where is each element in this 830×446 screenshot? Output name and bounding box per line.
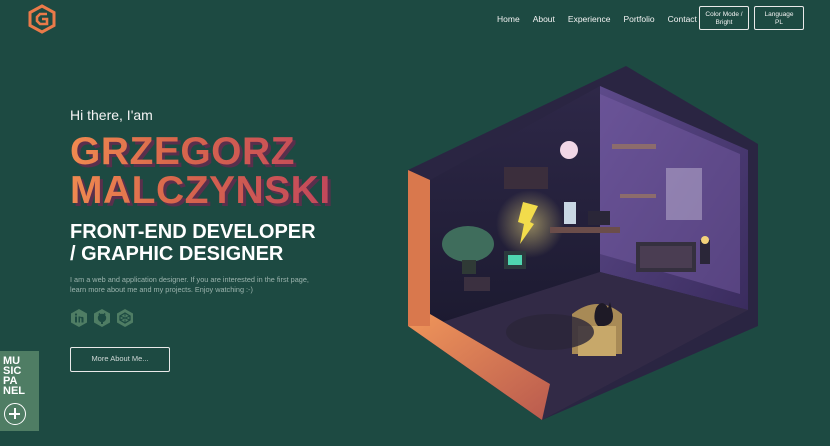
hero-description: I am a web and application designer. If …: [70, 275, 309, 294]
more-about-me-button[interactable]: More About Me...: [70, 347, 170, 372]
hero-name: GRZEGORZ MALCZYNSKI: [70, 132, 331, 210]
nav-portfolio[interactable]: Portfolio: [623, 14, 654, 24]
role-line-2: / GRAPHIC DESIGNER: [70, 243, 284, 265]
color-mode-button[interactable]: Color Mode / Bright: [699, 6, 749, 30]
nav-about[interactable]: About: [533, 14, 555, 24]
hero-role: FRONT-END DEVELOPER / GRAPHIC DESIGNER: [70, 221, 316, 265]
name-line-1: GRZEGORZ: [70, 130, 295, 173]
music-panel-line-4: NEL: [3, 385, 25, 397]
nav-experience[interactable]: Experience: [568, 14, 611, 24]
nav-home[interactable]: Home: [497, 14, 520, 24]
social-links: [70, 308, 134, 328]
hexagon-g-logo[interactable]: [28, 4, 56, 34]
github-icon[interactable]: [93, 308, 111, 328]
main-nav: Home About Experience Portfolio Contact: [497, 14, 710, 24]
language-value: PL: [775, 19, 783, 26]
role-line-1: FRONT-END DEVELOPER: [70, 221, 316, 243]
nav-contact[interactable]: Contact: [668, 14, 697, 24]
language-button[interactable]: Language PL: [754, 6, 804, 30]
color-mode-value: Bright: [715, 19, 733, 26]
isometric-room-illustration: [408, 66, 758, 420]
language-label: Language: [764, 11, 794, 18]
color-mode-label: Color Mode /: [705, 11, 743, 18]
music-panel[interactable]: MU SIC PA NEL: [0, 351, 39, 431]
linkedin-icon[interactable]: [70, 308, 88, 328]
name-line-2: MALCZYNSKI: [70, 169, 331, 212]
plus-icon[interactable]: [4, 403, 26, 425]
greeting: Hi there, I'am: [70, 107, 153, 123]
codepen-icon[interactable]: [116, 308, 134, 328]
